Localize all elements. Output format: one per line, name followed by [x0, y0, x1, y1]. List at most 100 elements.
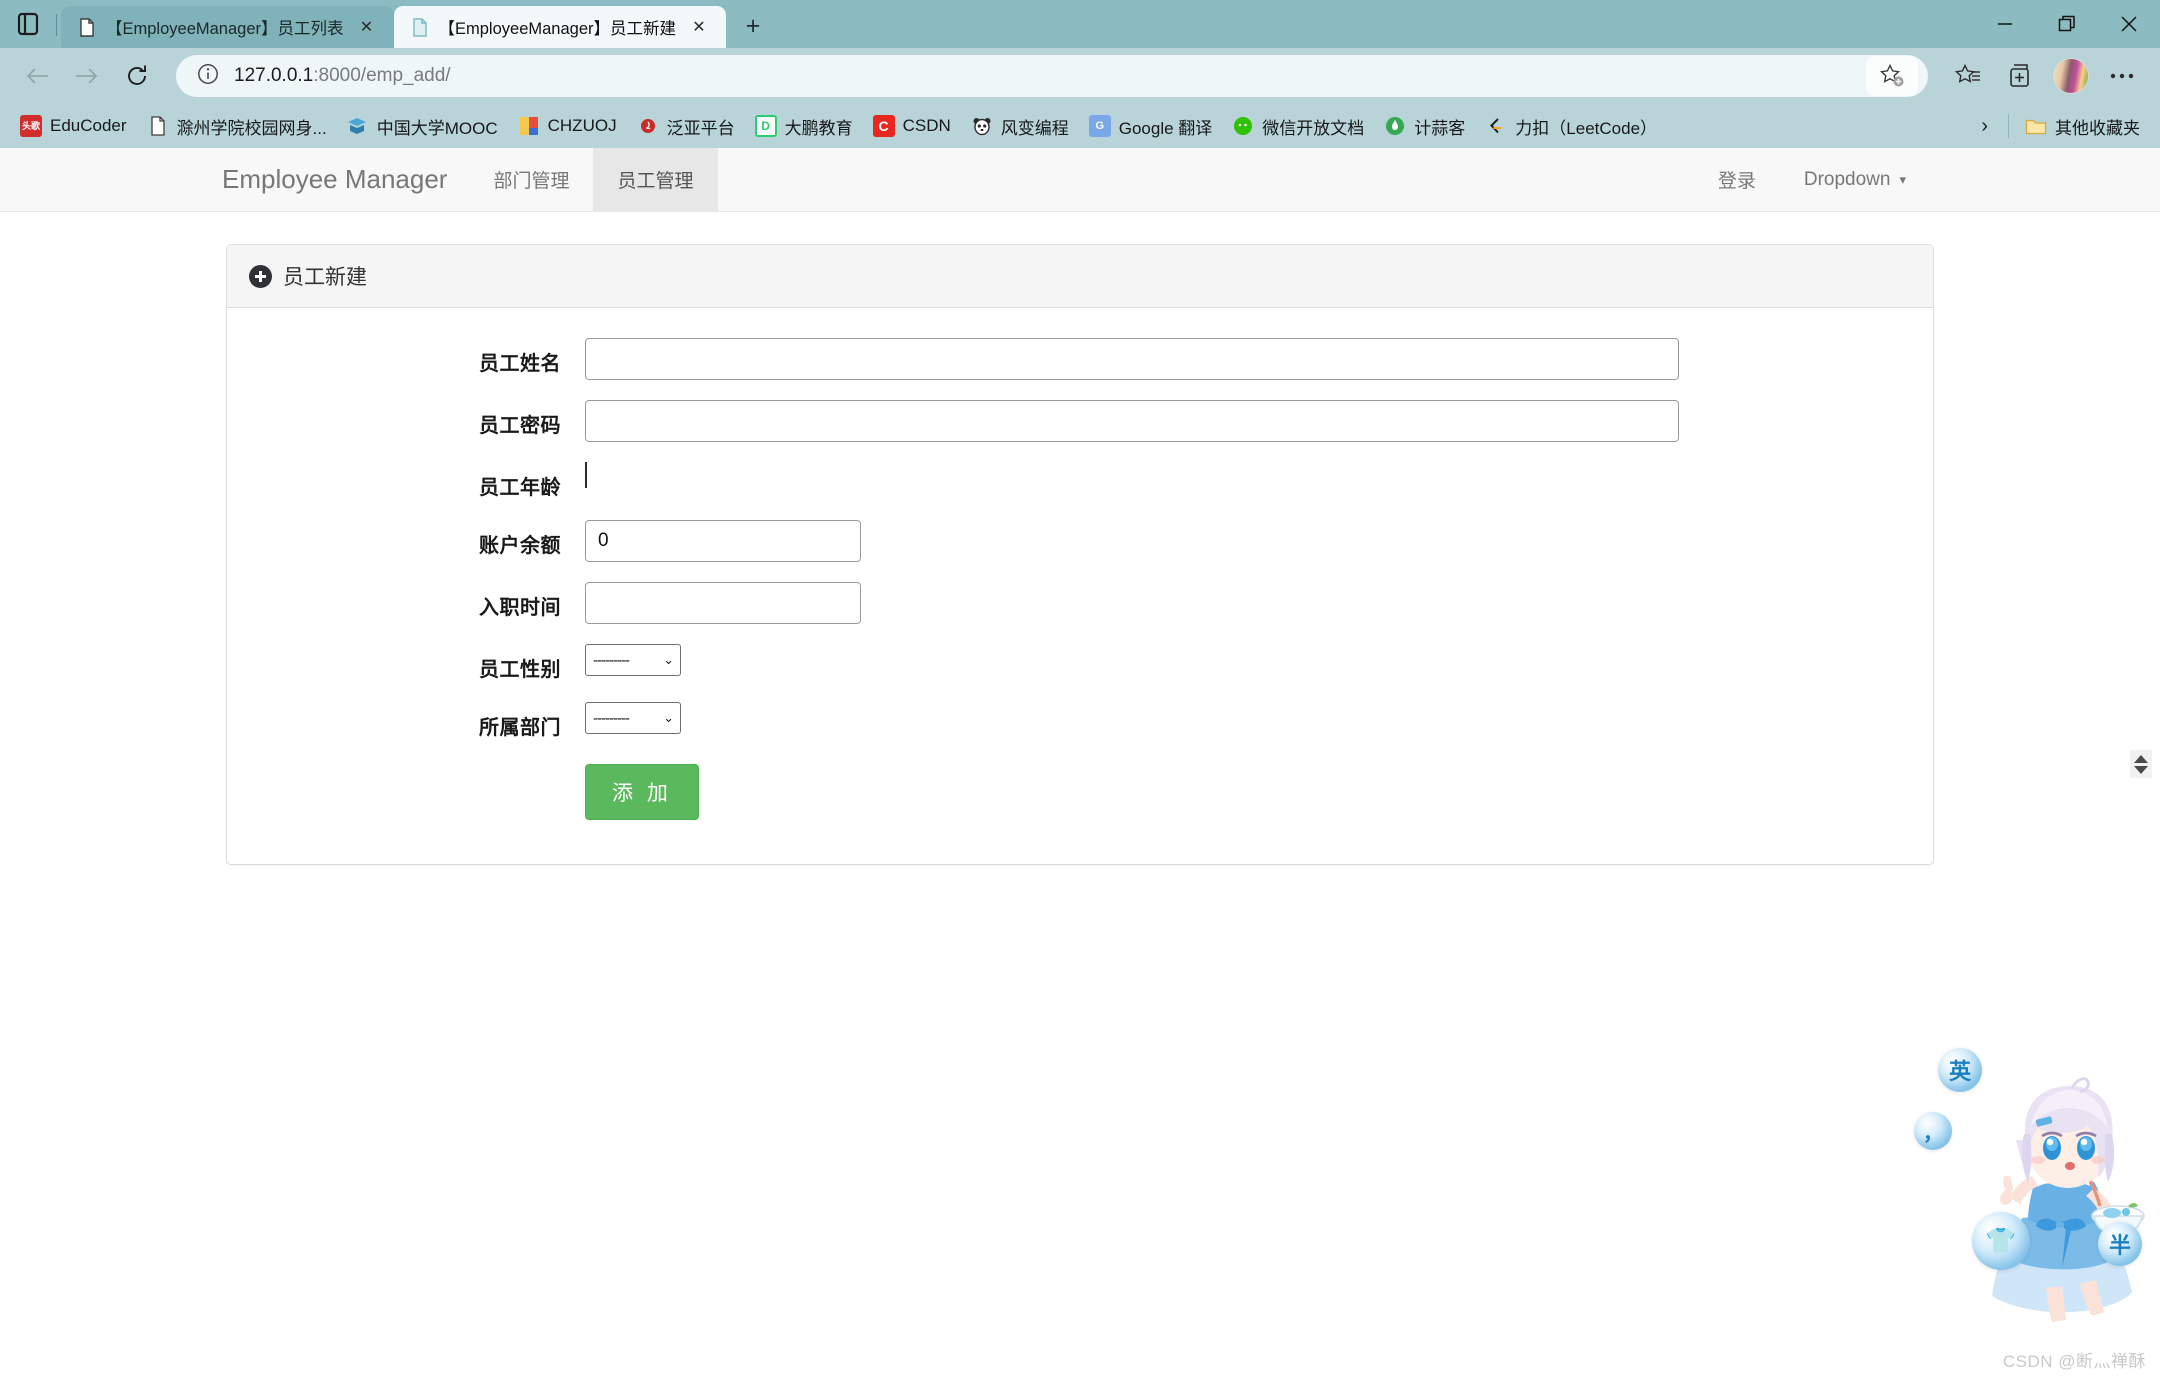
bookmark-label: 大鹏教育 — [785, 114, 853, 139]
nav-item-login[interactable]: 登录 — [1694, 148, 1780, 211]
skin-bubble[interactable]: 👕 — [1972, 1212, 2030, 1270]
bookmark-csdn[interactable]: C CSDN — [863, 110, 961, 142]
tab-close-button[interactable]: ✕ — [686, 14, 712, 40]
chevron-down-icon: ⌄ — [663, 652, 674, 668]
forward-button[interactable] — [64, 53, 110, 99]
app-navbar-right: 登录 Dropdown ▾ — [1694, 148, 2160, 211]
avatar — [2053, 58, 2089, 94]
label-employee-gender: 员工性别 — [227, 644, 585, 682]
punctuation-mode-bubble[interactable]: ， — [1914, 1112, 1952, 1150]
panel-title: 员工新建 — [283, 261, 367, 291]
favorites-list-icon[interactable] — [1944, 53, 1992, 99]
ime-floating-widget[interactable]: 英 ， 👕 半 — [1914, 1034, 2150, 1334]
form-row-submit: 添 加 — [227, 760, 1933, 820]
other-bookmarks-folder[interactable]: 其他收藏夹 — [2015, 109, 2150, 144]
fanya-icon — [637, 115, 659, 137]
mooc-icon — [347, 115, 369, 137]
browser-tab-1[interactable]: 【EmployeeManager】员工列表 ✕ — [61, 6, 394, 48]
chevron-down-icon: ⌄ — [663, 710, 674, 726]
window-controls — [1974, 0, 2160, 48]
bookmarks-divider — [2008, 114, 2009, 138]
employee-password-input[interactable] — [585, 400, 1679, 442]
form-row-name: 员工姓名 — [227, 338, 1933, 380]
bookmark-label: EduCoder — [50, 116, 127, 136]
profile-avatar[interactable] — [2048, 53, 2094, 99]
bookmark-dapeng[interactable]: D 大鹏教育 — [745, 109, 863, 144]
bookmark-jisuanke[interactable]: 计蒜客 — [1374, 109, 1475, 144]
add-favorite-icon[interactable] — [1866, 56, 1918, 96]
bookmark-leetcode[interactable]: 力扣（LeetCode） — [1475, 109, 1667, 144]
url-text: 127.0.0.1:8000/emp_add/ — [234, 65, 1852, 87]
bookmark-label: 中国大学MOOC — [377, 114, 498, 139]
folder-icon — [2025, 115, 2047, 137]
titlebar-divider — [56, 14, 57, 36]
bookmark-fengbian[interactable]: 风变编程 — [961, 109, 1079, 144]
bookmark-label: 力扣（LeetCode） — [1515, 114, 1657, 139]
educoder-icon: 头歌 — [20, 115, 42, 137]
close-window-button[interactable] — [2098, 0, 2160, 48]
dapeng-icon: D — [755, 115, 777, 137]
hire-date-input[interactable] — [585, 582, 861, 624]
bookmark-chuzhou[interactable]: 滁州学院校园网身... — [137, 109, 337, 144]
english-mode-bubble[interactable]: 英 — [1938, 1048, 1982, 1092]
label-employee-password: 员工密码 — [227, 400, 585, 438]
nav-item-department[interactable]: 部门管理 — [469, 148, 593, 211]
select-value: --------- — [593, 652, 629, 669]
department-select[interactable]: --------- ⌄ — [585, 702, 681, 734]
bookmark-google-translate[interactable]: G Google 翻译 — [1079, 109, 1223, 144]
reload-button[interactable] — [114, 53, 160, 99]
tab-actions-icon[interactable] — [0, 0, 56, 48]
site-info-icon[interactable] — [196, 62, 220, 91]
wechat-icon — [1232, 115, 1254, 137]
number-spinner[interactable] — [2130, 750, 2152, 778]
employee-gender-select[interactable]: --------- ⌄ — [585, 644, 681, 676]
spinner-down-icon[interactable] — [2134, 766, 2148, 774]
browser-window: 【EmployeeManager】员工列表 ✕ 【EmployeeManager… — [0, 0, 2160, 1380]
google-translate-icon: G — [1089, 115, 1111, 137]
label-employee-name: 员工姓名 — [227, 338, 585, 376]
address-bar[interactable]: 127.0.0.1:8000/emp_add/ — [176, 55, 1928, 97]
csdn-icon: C — [873, 115, 895, 137]
settings-more-icon[interactable] — [2098, 53, 2146, 99]
bookmark-educoder[interactable]: 头歌 EduCoder — [10, 110, 137, 142]
employee-age-input[interactable] — [585, 462, 1933, 488]
browser-toolbar: 127.0.0.1:8000/emp_add/ — [0, 48, 2160, 104]
tab-close-button[interactable]: ✕ — [354, 14, 380, 40]
bookmark-icourse[interactable]: 中国大学MOOC — [337, 109, 508, 144]
bookmark-fanya[interactable]: 泛亚平台 — [627, 109, 745, 144]
new-tab-button[interactable]: + — [734, 7, 772, 45]
control-account-balance — [585, 520, 1933, 562]
form-row-password: 员工密码 — [227, 400, 1933, 442]
maximize-restore-button[interactable] — [2036, 0, 2098, 48]
collections-icon[interactable] — [1996, 53, 2044, 99]
nav-item-employee[interactable]: 员工管理 — [593, 148, 717, 211]
bookmark-wechat-docs[interactable]: 微信开放文档 — [1222, 109, 1374, 144]
employee-name-input[interactable] — [585, 338, 1679, 380]
add-employee-button[interactable]: 添 加 — [585, 764, 699, 820]
halfwidth-mode-bubble[interactable]: 半 — [2098, 1222, 2142, 1266]
spinner-up-icon[interactable] — [2134, 755, 2148, 763]
form-row-balance: 账户余额 — [227, 520, 1933, 562]
ime-mascot-illustration — [1972, 1072, 2148, 1334]
minimize-button[interactable] — [1974, 0, 2036, 48]
back-button[interactable] — [14, 53, 60, 99]
control-department: --------- ⌄ — [585, 702, 1933, 734]
control-employee-name — [585, 338, 1933, 380]
bookmark-label: 滁州学院校园网身... — [177, 114, 327, 139]
employee-create-form: 员工姓名 员工密码 员工年龄 — [227, 338, 1933, 820]
bookmark-chzuoj[interactable]: CHZUOJ — [508, 110, 627, 142]
form-row-department: 所属部门 --------- ⌄ — [227, 702, 1933, 740]
url-path: :8000/emp_add/ — [313, 65, 450, 86]
account-balance-input[interactable] — [585, 520, 861, 562]
bookmark-label: CSDN — [903, 116, 951, 136]
bookmark-label: 风变编程 — [1001, 114, 1069, 139]
nav-item-dropdown[interactable]: Dropdown ▾ — [1780, 148, 1930, 211]
text-caret — [585, 462, 587, 488]
select-value: --------- — [593, 710, 629, 727]
control-submit: 添 加 — [585, 760, 1933, 820]
chevron-right-icon[interactable]: › — [1967, 111, 2002, 142]
page-icon — [147, 115, 169, 137]
browser-tab-2[interactable]: 【EmployeeManager】员工新建 ✕ — [394, 6, 727, 48]
app-brand[interactable]: Employee Manager — [222, 148, 469, 211]
panel-heading: 员工新建 — [227, 245, 1933, 308]
